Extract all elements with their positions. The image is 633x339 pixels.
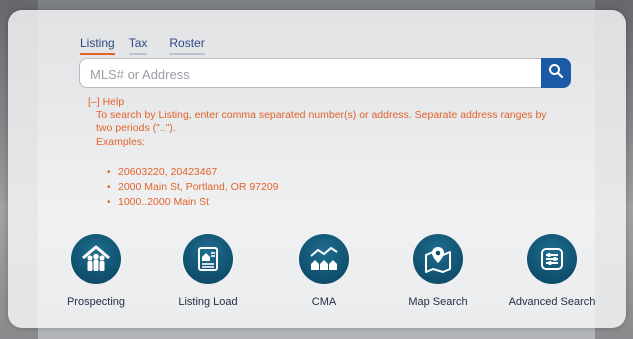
action-label: CMA	[311, 296, 337, 308]
search-icon	[548, 63, 564, 84]
tab-listing[interactable]: Listing	[80, 36, 115, 55]
list-item: 2000 Main St, Portland, OR 97209	[107, 180, 278, 195]
search-tabs: Listing Tax Roster	[80, 36, 219, 55]
action-label: Map Search	[408, 296, 468, 308]
cma-button[interactable]: CMA	[274, 234, 374, 308]
listing-load-button[interactable]: Listing Load	[158, 234, 258, 308]
help-section: [–] Help To search by Listing, enter com…	[88, 96, 558, 149]
help-text: To search by Listing, enter comma separa…	[96, 109, 547, 134]
examples-label: Examples:	[96, 136, 146, 148]
list-item: 20603220, 20423467	[107, 165, 279, 180]
quick-actions: Prospecting Listing Load CMA Map Search …	[50, 234, 610, 314]
search-box	[79, 58, 571, 88]
tab-tax[interactable]: Tax	[128, 36, 148, 55]
advanced-search-button[interactable]: Advanced Search	[502, 234, 602, 308]
help-toggle[interactable]: [–] Help	[88, 96, 558, 109]
search-button[interactable]	[541, 58, 571, 88]
action-label: Prospecting	[66, 296, 126, 308]
action-label: Listing Load	[178, 296, 238, 308]
action-label: Advanced Search	[508, 296, 596, 308]
listing-document-icon	[183, 234, 233, 284]
map-pin-icon	[413, 234, 463, 284]
examples-list: 20603220, 20423467 2000 Main St, Portlan…	[107, 165, 279, 210]
tab-roster[interactable]: Roster	[169, 36, 205, 55]
prospecting-button[interactable]: Prospecting	[46, 234, 146, 308]
search-input[interactable]	[88, 63, 532, 85]
list-item: 1000..2000 Main St	[107, 195, 279, 210]
people-house-icon	[71, 234, 121, 284]
houses-chart-icon	[299, 234, 349, 284]
map-search-button[interactable]: Map Search	[388, 234, 488, 308]
sliders-icon	[527, 234, 577, 284]
